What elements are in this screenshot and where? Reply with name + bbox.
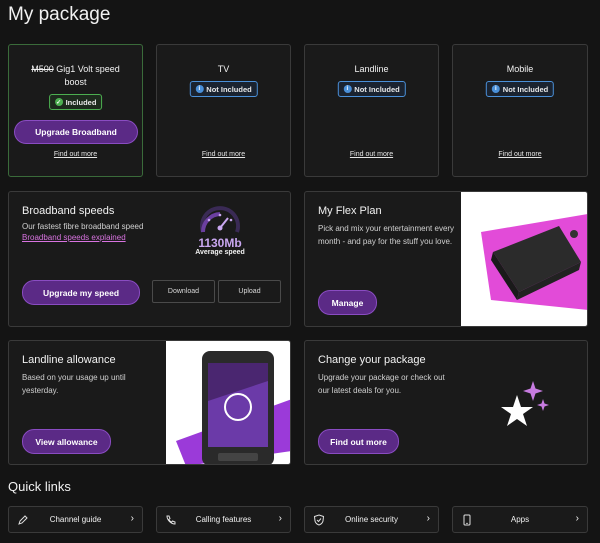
mobile-find-out-more-link[interactable]: Find out more bbox=[453, 151, 587, 158]
speed-value: 1130Mb bbox=[198, 236, 242, 250]
old-speed-label: M500 bbox=[31, 64, 54, 74]
landline-card-title: Landline bbox=[354, 64, 389, 74]
speedometer-icon bbox=[200, 206, 240, 233]
broadband-package-card: M500 Gig1 Volt speed boost ✓ Included Up… bbox=[8, 44, 143, 177]
not-included-badge: i Not Included bbox=[337, 81, 406, 97]
upload-tab[interactable]: Upload bbox=[218, 280, 281, 303]
included-badge: ✓ Included bbox=[48, 94, 103, 110]
find-out-more-button[interactable]: Find out more bbox=[318, 429, 399, 454]
change-package-heading: Change your package bbox=[318, 354, 426, 366]
upgrade-broadband-button[interactable]: Upgrade Broadband bbox=[14, 120, 138, 144]
page-title: My package bbox=[8, 4, 111, 25]
quick-link-online-security[interactable]: Online security › bbox=[304, 506, 439, 533]
mobile-package-card: Mobile i Not Included Find out more bbox=[452, 44, 588, 177]
quick-link-label: Channel guide bbox=[49, 515, 102, 524]
broadband-speeds-panel: Broadband speeds Our fastest fibre broad… bbox=[8, 191, 291, 327]
not-included-badge: i Not Included bbox=[485, 81, 555, 97]
flex-plan-description: Pick and mix your entertainment every mo… bbox=[318, 224, 455, 246]
flex-box-image bbox=[461, 192, 587, 326]
quick-link-apps[interactable]: Apps › bbox=[452, 506, 588, 533]
stars-icon bbox=[501, 381, 549, 426]
landline-package-card: Landline i Not Included Find out more bbox=[304, 44, 439, 177]
upgrade-speed-button[interactable]: Upgrade my speed bbox=[22, 280, 140, 305]
quick-link-channel-guide[interactable]: Channel guide › bbox=[8, 506, 143, 533]
landline-allowance-heading: Landline allowance bbox=[22, 354, 116, 366]
broadband-speeds-description: Our fastest fibre broadband speed bbox=[22, 222, 144, 231]
change-package-panel: Change your package Upgrade your package… bbox=[304, 340, 588, 465]
info-icon: i bbox=[491, 85, 500, 93]
not-included-label: Not Included bbox=[206, 84, 252, 94]
not-included-label: Not Included bbox=[502, 84, 549, 94]
tv-package-card: TV i Not Included Find out more bbox=[156, 44, 291, 177]
landline-allowance-panel: Landline allowance Based on your usage u… bbox=[8, 340, 291, 465]
flex-plan-heading: My Flex Plan bbox=[318, 205, 382, 217]
broadband-speeds-heading: Broadband speeds bbox=[22, 205, 115, 217]
broadband-find-out-more-link[interactable]: Find out more bbox=[9, 151, 142, 158]
info-icon: i bbox=[343, 85, 352, 93]
tv-card-title: TV bbox=[217, 64, 230, 74]
not-included-badge: i Not Included bbox=[189, 81, 258, 97]
check-icon: ✓ bbox=[54, 98, 63, 106]
view-allowance-button[interactable]: View allowance bbox=[22, 429, 111, 454]
included-label: Included bbox=[65, 97, 97, 107]
manage-button[interactable]: Manage bbox=[318, 290, 377, 315]
landline-allowance-description: Based on your usage up until yesterday. bbox=[22, 373, 126, 395]
download-tab[interactable]: Download bbox=[152, 280, 215, 303]
quick-link-calling-features[interactable]: Calling features › bbox=[156, 506, 291, 533]
quick-link-label: Online security bbox=[345, 515, 398, 524]
mobile-card-title: Mobile bbox=[506, 64, 534, 74]
change-package-description: Upgrade your package or check out our la… bbox=[318, 373, 445, 395]
quick-link-label: Calling features bbox=[195, 515, 252, 524]
flex-plan-panel: My Flex Plan Pick and mix your entertain… bbox=[304, 191, 588, 327]
chevron-right-icon: › bbox=[278, 513, 282, 524]
phone-image bbox=[166, 341, 290, 464]
chevron-right-icon: › bbox=[575, 513, 579, 524]
tv-find-out-more-link[interactable]: Find out more bbox=[157, 151, 290, 158]
info-icon: i bbox=[195, 85, 204, 93]
quick-links-title: Quick links bbox=[8, 479, 71, 494]
chevron-right-icon: › bbox=[130, 513, 134, 524]
quick-link-label: Apps bbox=[510, 515, 530, 524]
broadband-card-title: M500 Gig1 Volt speed boost bbox=[31, 64, 120, 87]
not-included-label: Not Included bbox=[354, 84, 400, 94]
broadband-speeds-explained-link[interactable]: Broadband speeds explained bbox=[22, 233, 126, 242]
chevron-right-icon: › bbox=[426, 513, 430, 524]
landline-find-out-more-link[interactable]: Find out more bbox=[305, 151, 438, 158]
speed-label: Average speed bbox=[195, 249, 245, 256]
